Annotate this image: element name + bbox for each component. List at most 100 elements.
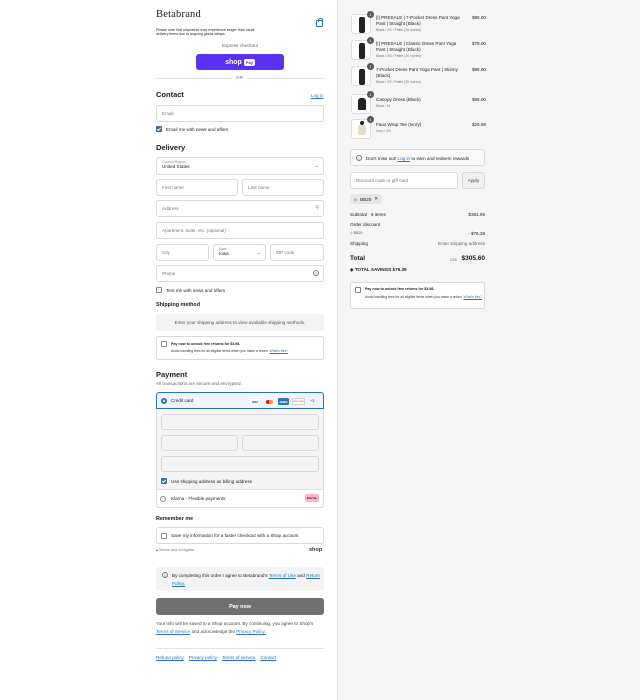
name-on-card-field[interactable] [161,456,319,472]
text-me-checkbox[interactable] [156,287,162,293]
text-me-label: Text me with news and offers [166,288,226,293]
email-placeholder: Email [162,111,174,116]
address-placeholder: Address [162,206,179,211]
returns-desc: Avoid handling fees for all eligible ite… [365,295,482,300]
terms-of-service-link[interactable]: Terms of service [222,655,255,660]
klarna-radio[interactable] [160,496,166,502]
email-field[interactable]: Email [156,105,324,122]
consent-and: and [297,573,305,578]
credit-card-option[interactable]: Credit card VISA AMEX DISCOVER +3 [156,392,324,409]
secure-label: Secure and encrypted [158,548,195,552]
expiration-field[interactable] [161,435,238,451]
payment-title: Payment [156,370,188,379]
phone-field[interactable]: Phone ? [156,265,324,282]
news-checkbox[interactable] [156,126,162,132]
klarna-badge: Klarna. [305,494,319,502]
item-price: $78.00 [471,41,486,46]
amex-icon: AMEX [278,398,289,405]
credit-card-label: Credit card [171,398,194,403]
info-icon: i [162,572,168,578]
state-select[interactable]: State Iowa ⌄ [213,244,266,261]
returns-offer-box: Pay now to unlock free returns for $3.98… [350,282,485,309]
item-variant: Ivory / XS [376,129,391,133]
apartment-field[interactable]: Apartment, suite, etc. (optional) [156,222,324,239]
billing-same-label: Use shipping address as billing address [171,479,252,484]
state-value: Iowa [219,251,229,256]
order-discount-label: Order discount [350,222,381,227]
country-value: United States [162,164,190,169]
city-field[interactable]: City [156,244,209,261]
save-info-checkbox[interactable] [161,533,167,539]
help-icon[interactable]: ? [313,270,319,276]
checkout-main: Betabrand Please note that shipments may… [0,0,337,700]
contact-title: Contact [156,90,184,99]
brand-logo[interactable]: Betabrand [156,9,201,20]
shop-privacy-link[interactable]: Privacy Policy. [236,629,266,634]
tag-icon: ◇ [354,196,358,202]
last-name-field[interactable]: Last name [242,179,324,196]
discount-code-label: BB20 [353,231,363,235]
credit-card-radio[interactable] [161,398,167,404]
shop-pay-button[interactable]: shop Pay [196,54,284,70]
zip-field[interactable]: ZIP code [270,244,324,261]
shop-note: Your info will be saved to a Shop accoun… [156,620,324,635]
discount-tag: ◇ BB20 ✕ [350,194,383,204]
pay-now-button[interactable]: Pay now [156,598,324,615]
express-checkout-label: Express checkout [221,43,259,48]
discount-tag-code: BB20 [360,196,372,202]
city-placeholder: City [162,250,170,255]
discount-code-field[interactable]: Discount code or gift card [350,172,458,189]
returns-checkbox[interactable] [355,287,361,293]
item-variant: Black / M [376,104,390,108]
last-name-placeholder: Last name [248,185,270,190]
contact-link[interactable]: Contact [260,655,276,660]
save-info-label: Save my information for a faster checkou… [171,533,299,538]
returns-title: Pay now to unlock free returns for $3.98… [365,287,435,291]
refund-policy-link[interactable]: Refund policy [156,655,184,660]
address-field[interactable]: Address ⚲ [156,200,324,217]
whats-this-link[interactable]: What's this? [464,295,482,299]
visa-icon: VISA [250,399,260,404]
close-icon[interactable]: ✕ [374,196,378,202]
first-name-field[interactable]: First name [156,179,238,196]
billing-same-checkbox[interactable] [161,478,167,484]
card-number-field[interactable] [161,414,319,430]
security-code-field[interactable] [242,435,319,451]
login-link[interactable]: Log in [311,93,324,98]
shop-note-and: and acknowledge the [191,628,235,634]
item-price: $98.00 [471,97,486,102]
discount-value: - $76.39 [468,231,485,236]
order-summary: 1 [!] PRESALE | 7-Pocket Dress Pant Yoga… [337,0,640,700]
rewards-text: Don't miss out! Log in to earn and redee… [366,156,469,161]
returns-desc-text: Avoid handling fees for all eligible ite… [365,295,463,299]
item-variant: Black / XS / Petite (26 Inches) [376,54,422,58]
item-variant: Black / XS / Petite (26 Inches) [376,80,422,84]
savings-value: $76.39 [392,267,407,272]
shopping-bag-icon[interactable] [316,18,323,27]
apartment-placeholder: Apartment, suite, etc. (optional) [162,228,226,233]
mastercard-icon [265,399,274,404]
country-select[interactable]: Country/Region United States ⌄ [156,157,324,175]
shipping-placeholder: Enter your shipping address to view avai… [156,314,324,331]
returns-title: Pay now to unlock free returns for $3.98… [171,342,241,346]
privacy-policy-link[interactable]: Privacy policy [189,655,217,660]
item-variant: Black / XS / Petite (26 Inches) [376,28,422,32]
rewards-login-link[interactable]: Log in [398,156,411,161]
terms-link[interactable]: Terms of Use [269,573,296,578]
payment-subtitle: All transactions are secure and encrypte… [156,381,242,386]
remember-title: Remember me [156,516,194,522]
more-cards-label: +3 [310,399,315,403]
zip-placeholder: ZIP code [276,250,295,255]
whats-this-link[interactable]: What's this? [270,349,288,353]
chevron-down-icon: ⌄ [314,163,319,169]
shop-note-text: Your info will be saved to a Shop accoun… [156,621,314,626]
shop-terms-link[interactable]: Terms of Service [156,629,190,634]
total-savings: ◈ TOTAL SAVINGS $76.39 [350,267,407,273]
save-info-option[interactable]: Save my information for a faster checkou… [156,527,324,544]
search-icon: ⚲ [315,205,319,211]
shop-logo: shop [309,547,323,553]
klarna-label: Klarna - Flexible payments [171,496,226,501]
returns-checkbox[interactable] [161,341,167,347]
apply-button[interactable]: Apply [462,172,485,189]
item-price: $29.99 [471,122,486,127]
